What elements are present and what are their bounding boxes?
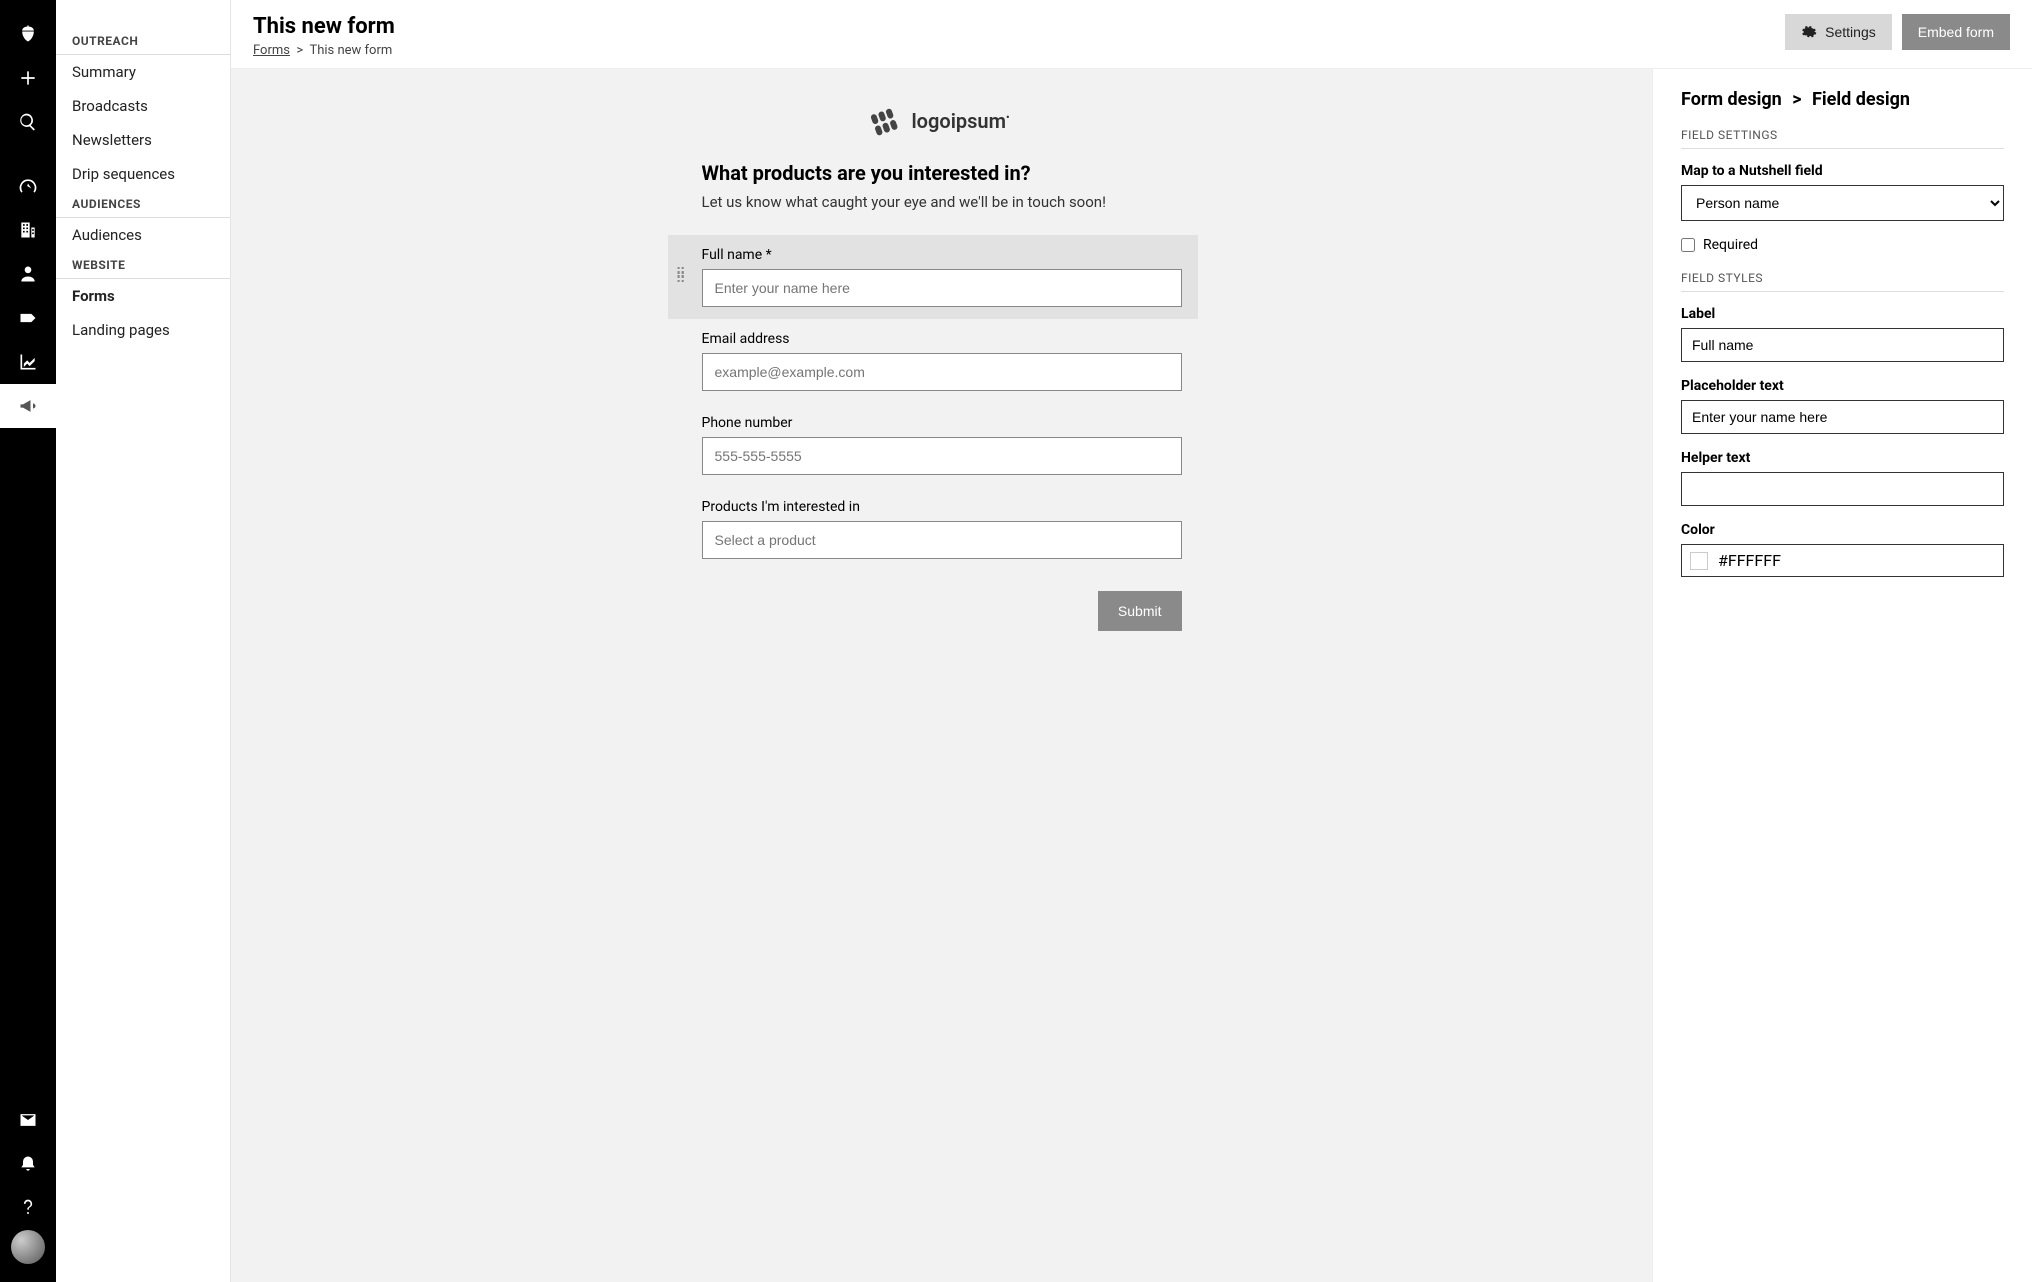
field-label: Products I'm interested in [702,499,1182,515]
form-field-email[interactable]: Email address [668,319,1198,403]
field-label: Full name * [702,247,1182,263]
bell-icon[interactable] [0,1142,56,1186]
required-label: Required [1703,237,1758,253]
sidebar-section-outreach: OUTREACH [56,28,230,55]
helper-input[interactable] [1681,472,2004,506]
search-icon[interactable] [0,100,56,144]
breadcrumb-current: This new form [309,43,392,58]
form-subheading: Let us know what caught your eye and we'… [702,193,1182,211]
panel-crumb-form[interactable]: Form design [1681,89,1782,110]
email-input[interactable] [702,353,1182,391]
map-field-select[interactable]: Person name [1681,185,2004,221]
sidebar-item-summary[interactable]: Summary [56,55,230,89]
label-field-label: Label [1681,306,2004,322]
user-avatar[interactable] [11,1230,45,1264]
drag-handle-icon[interactable]: ⠿⠿ [676,272,685,282]
price-tag-icon[interactable] [0,296,56,340]
field-design-panel: Form design > Field design FIELD SETTING… [1652,69,2032,1282]
help-icon[interactable] [0,1186,56,1230]
color-swatch[interactable] [1690,552,1708,570]
form-field-fullname[interactable]: ⠿⠿ Full name * [668,235,1198,319]
color-input-row[interactable]: #FFFFFF [1681,544,2004,577]
panel-crumb-field: Field design [1812,89,1910,110]
sidebar-item-audiences[interactable]: Audiences [56,218,230,252]
panel-breadcrumb: Form design > Field design [1681,89,2004,110]
person-icon[interactable] [0,252,56,296]
fullname-input[interactable] [702,269,1182,307]
helper-field-label: Helper text [1681,450,2004,466]
embed-form-button[interactable]: Embed form [1902,14,2010,50]
plus-icon[interactable] [0,56,56,100]
required-checkbox[interactable] [1681,238,1695,252]
chart-icon[interactable] [0,340,56,384]
gauge-icon[interactable] [0,164,56,208]
gear-icon [1801,24,1817,40]
sidebar-section-website: WEBSITE [56,252,230,279]
field-label: Phone number [702,415,1182,431]
megaphone-icon[interactable] [0,384,56,428]
form-preview: logoipsum• What products are you interes… [702,109,1182,631]
form-field-phone[interactable]: Phone number [668,403,1198,487]
mail-icon[interactable] [0,1098,56,1142]
sidebar-section-audiences: AUDIENCES [56,191,230,218]
submit-button[interactable]: Submit [1098,591,1182,631]
logo-mark-icon [871,106,905,136]
label-input[interactable] [1681,328,2004,362]
workspace: logoipsum• What products are you interes… [231,69,2032,1282]
form-logo: logoipsum• [702,109,1182,133]
acorn-icon[interactable] [0,12,56,56]
form-field-products[interactable]: Products I'm interested in [668,487,1198,571]
icon-rail [0,0,56,1282]
phone-input[interactable] [702,437,1182,475]
placeholder-field-label: Placeholder text [1681,378,2004,394]
sidebar: OUTREACH Summary Broadcasts Newsletters … [56,0,231,1282]
building-icon[interactable] [0,208,56,252]
form-canvas: logoipsum• What products are you interes… [231,69,1652,1282]
map-label: Map to a Nutshell field [1681,163,2004,179]
logo-text: logoipsum• [911,109,1009,133]
settings-button[interactable]: Settings [1785,14,1892,50]
sidebar-item-broadcasts[interactable]: Broadcasts [56,89,230,123]
placeholder-input[interactable] [1681,400,2004,434]
sidebar-item-newsletters[interactable]: Newsletters [56,123,230,157]
page-title: This new form [253,14,395,39]
form-heading: What products are you interested in? [702,161,1182,185]
breadcrumb: Forms > This new form [253,43,395,58]
color-value: #FFFFFF [1718,551,1781,570]
section-field-styles: FIELD STYLES [1681,271,2004,292]
main: This new form Forms > This new form Sett… [231,0,2032,1282]
sidebar-item-forms[interactable]: Forms [56,279,230,313]
section-field-settings: FIELD SETTINGS [1681,128,2004,149]
breadcrumb-root[interactable]: Forms [253,43,290,58]
sidebar-item-landing[interactable]: Landing pages [56,313,230,347]
topbar: This new form Forms > This new form Sett… [231,0,2032,69]
color-field-label: Color [1681,522,2004,538]
field-label: Email address [702,331,1182,347]
sidebar-item-drip[interactable]: Drip sequences [56,157,230,191]
products-input[interactable] [702,521,1182,559]
